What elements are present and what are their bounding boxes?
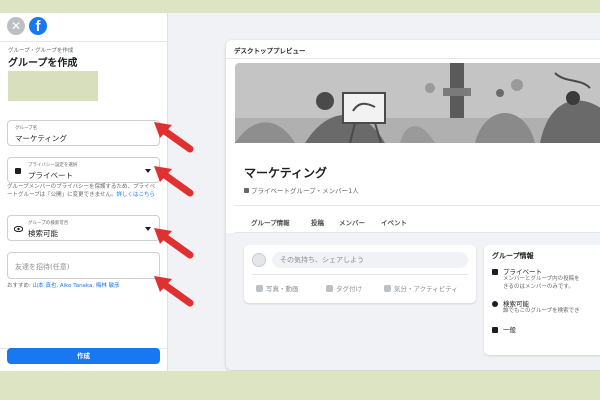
- tag-action[interactable]: タグ付け: [326, 283, 362, 293]
- info-privacy-desc-1: メンバーとグループ内の投稿を: [503, 276, 580, 282]
- tag-label: タグ付け: [336, 285, 362, 293]
- suggested-friends: おすすめ: 山本 真也, Aiko Tanaka, 梅林 敏彦: [7, 281, 120, 289]
- privacy-help-text: グループメンバーのプライバシーを保護するため、プライベートグループは「公開」に変…: [7, 184, 160, 199]
- composer-input[interactable]: その気持ち、シェアしよう: [272, 252, 468, 268]
- chevron-down-icon: [145, 169, 151, 173]
- chevron-down-icon: [145, 227, 151, 231]
- close-icon: ✕: [10, 19, 22, 33]
- create-group-sidebar: ✕ f グループ・グループを作成 グループを作成 グループ名 マーケティング プ…: [0, 13, 168, 371]
- privacy-label: プライバシー設定を選択: [28, 163, 78, 168]
- info-general-row: 一般: [492, 324, 516, 334]
- info-general-label: 一般: [503, 326, 516, 334]
- group-icon: [492, 327, 498, 333]
- breadcrumb: グループ・グループを作成: [8, 48, 74, 54]
- group-name-value: マーケティング: [15, 134, 67, 143]
- lock-icon: [15, 168, 21, 174]
- cover-photo-thumbnail: [8, 71, 98, 101]
- avatar: [252, 253, 266, 267]
- photo-video-action[interactable]: 写真・動画: [256, 283, 299, 293]
- annotation-arrow-icon: [154, 276, 194, 307]
- group-info-card: グループ情報 プライベート メンバーとグループ内の投稿を きるのはメンバーのみで…: [484, 245, 600, 355]
- tabs-divider: [235, 205, 600, 206]
- app-page: ✕ f グループ・グループを作成 グループを作成 グループ名 マーケティング プ…: [0, 13, 600, 371]
- preview-group-meta-text: プライベートグループ・メンバー1人: [251, 187, 359, 195]
- invite-friends-placeholder: 友達を招待(任意): [15, 263, 70, 271]
- tab-events[interactable]: イベント: [381, 217, 407, 227]
- tab-posts[interactable]: 投稿: [311, 217, 324, 227]
- annotation-arrow-icon: [154, 166, 194, 197]
- privacy-select[interactable]: プライバシー設定を選択 プライベート: [7, 157, 160, 183]
- annotation-arrow-icon: [154, 122, 194, 153]
- page-title: グループを作成: [8, 58, 78, 69]
- photo-video-label: 写真・動画: [266, 285, 299, 293]
- lock-icon: [492, 269, 498, 275]
- facebook-logo-glyph: f: [35, 18, 41, 35]
- preview-title: デスクトッププレビュー: [234, 47, 306, 55]
- tab-members[interactable]: メンバー: [339, 217, 365, 227]
- group-name-field[interactable]: グループ名 マーケティング: [7, 120, 160, 146]
- post-composer: その気持ち、シェアしよう 写真・動画 タグ付け 気分・アクティビティ: [244, 245, 476, 303]
- info-privacy-row: プライベート: [492, 266, 542, 276]
- group-name-label: グループ名: [15, 126, 38, 131]
- preview-group-name: マーケティング: [244, 166, 328, 180]
- info-visibility-title: 検索可能: [503, 300, 529, 308]
- photo-icon: [256, 285, 263, 292]
- invite-friends-input[interactable]: 友達を招待(任意): [7, 252, 160, 279]
- feeling-activity-action[interactable]: 気分・アクティビティ: [384, 283, 458, 293]
- info-visibility-desc: 誰でもこのグループを検索でき: [503, 308, 580, 314]
- feeling-activity-label: 気分・アクティビティ: [394, 285, 458, 293]
- eye-icon: [492, 301, 498, 307]
- composer-divider: [252, 274, 468, 275]
- visibility-value: 検索可能: [28, 229, 58, 238]
- tag-person-icon: [326, 285, 333, 292]
- facebook-logo[interactable]: f: [29, 17, 47, 35]
- privacy-value: プライベート: [28, 171, 73, 180]
- lock-icon: [244, 188, 249, 193]
- info-privacy-title: プライベート: [503, 268, 542, 276]
- header-divider: [0, 41, 168, 42]
- suggested-friend-names[interactable]: 山本 真也, Aiko Tanaka, 梅林 敏彦: [33, 283, 120, 289]
- visibility-select[interactable]: グループの検索可否 検索可能: [7, 215, 160, 241]
- preview-group-meta: プライベートグループ・メンバー1人: [244, 185, 359, 195]
- tab-group-info[interactable]: グループ情報: [251, 217, 290, 227]
- preview-divider: [226, 58, 600, 59]
- info-title: グループ情報: [492, 252, 534, 260]
- desktop-preview: デスクトッププレビュー マーケティング プライベートグループ・メンバー1人 グル…: [226, 40, 600, 370]
- smiley-icon: [384, 285, 391, 292]
- info-visibility-row: 検索可能: [492, 298, 529, 308]
- annotation-arrow-icon: [154, 228, 194, 259]
- cover-illustration: [235, 63, 600, 143]
- close-button[interactable]: ✕: [7, 17, 25, 35]
- eye-icon: [14, 226, 23, 232]
- info-privacy-desc-2: きるのはメンバーのみです。: [503, 284, 574, 290]
- visibility-label: グループの検索可否: [28, 221, 69, 226]
- create-button[interactable]: 作成: [7, 348, 160, 364]
- suggested-prefix: おすすめ:: [7, 283, 31, 289]
- learn-more-link[interactable]: 詳しくはこちら: [117, 192, 156, 198]
